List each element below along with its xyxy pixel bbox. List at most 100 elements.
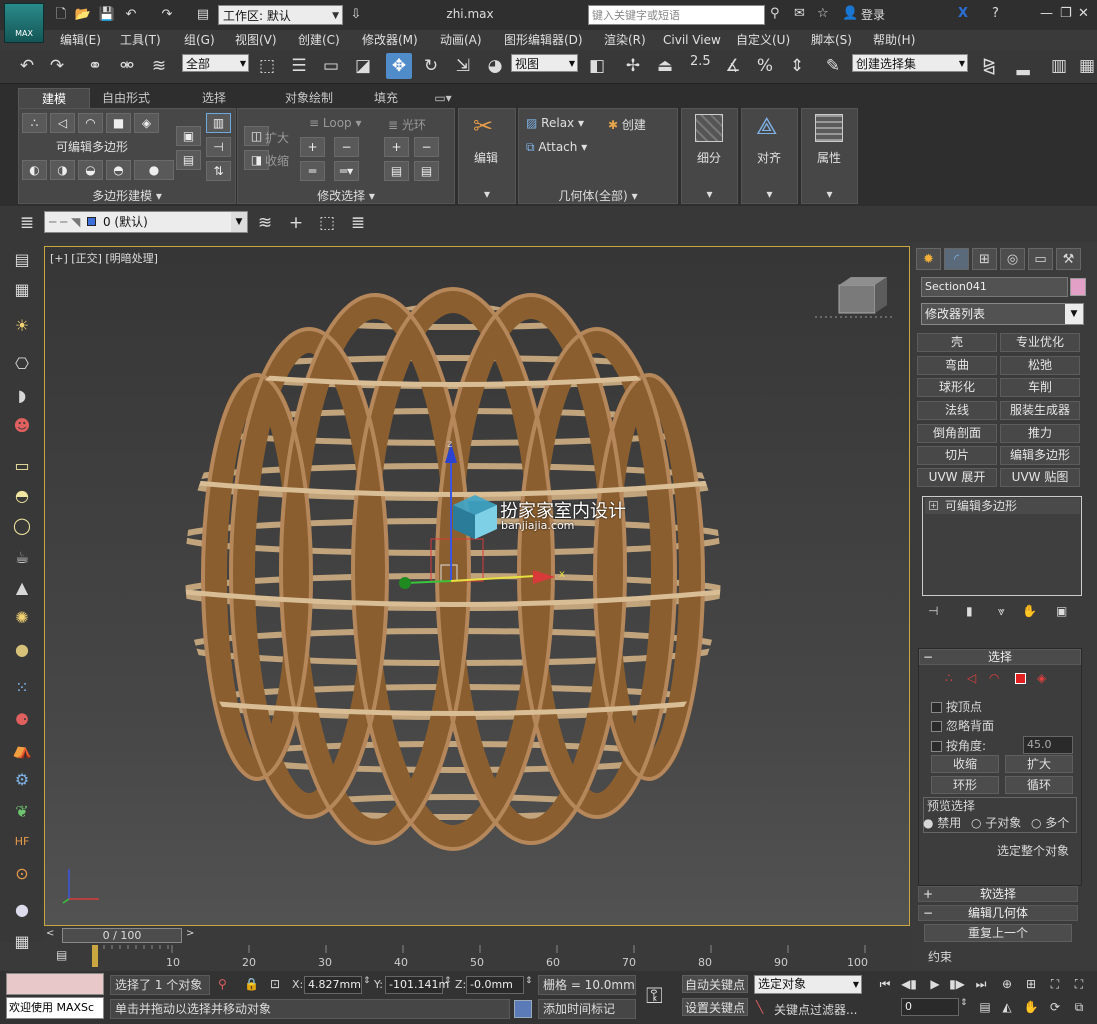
subobject-polygon-icon[interactable]: [1015, 673, 1026, 684]
rect-selection-icon[interactable]: ▭: [318, 53, 344, 79]
time-configuration-icon[interactable]: ▤: [976, 998, 994, 1016]
ignore-backfacing-icon[interactable]: ▥: [206, 113, 231, 133]
play-icon[interactable]: ▶: [926, 975, 944, 993]
select-object-icon[interactable]: ⬚: [254, 53, 280, 79]
expand-icon[interactable]: +: [929, 501, 938, 510]
time-slider[interactable]: 0 / 100: [62, 928, 182, 943]
menu-customize[interactable]: 自定义(U): [736, 30, 790, 50]
make-unique-icon[interactable]: ⩔: [998, 604, 1005, 619]
open-file-icon[interactable]: 📂: [74, 6, 92, 24]
by-vertex-checkbox[interactable]: 按顶点: [931, 698, 982, 715]
menu-scripting[interactable]: 脚本(S): [811, 30, 852, 50]
set-key-icon[interactable]: ⚿: [646, 984, 663, 1009]
attach-button[interactable]: ⧉ Attach ▾: [526, 140, 587, 155]
teapot-icon[interactable]: ☕: [10, 546, 34, 570]
pin-stack-icon[interactable]: ⊣: [206, 137, 231, 157]
snaps-toggle[interactable]: 2.5: [690, 54, 711, 69]
soft-selection-rollout-header[interactable]: + 软选择: [918, 886, 1078, 902]
binoculars-icon[interactable]: ⚲: [770, 6, 780, 21]
shrink-label[interactable]: 收缩: [265, 152, 289, 169]
loop-shrink-icon[interactable]: −: [334, 137, 359, 157]
collapse-stack-icon[interactable]: ◑: [50, 160, 75, 180]
layer-dropdown[interactable]: ─ ─ ◥ 0 (默认) ▼: [44, 211, 248, 233]
relax-button[interactable]: ▨ Relax ▾: [526, 116, 584, 130]
modifier-edit-poly-button[interactable]: 编辑多边形: [1000, 446, 1080, 465]
spinner-icon[interactable]: ⇕: [363, 976, 371, 986]
viewcube[interactable]: [815, 277, 895, 318]
use-displacement-icon[interactable]: ◒: [78, 160, 103, 180]
menu-help[interactable]: 帮助(H): [873, 30, 915, 50]
show-end-result-icon[interactable]: ◓: [106, 160, 131, 180]
render-setup-icon[interactable]: ▦: [10, 930, 34, 954]
modifier-uvw-unwrap-button[interactable]: UVW 展开: [917, 468, 997, 487]
modifier-normal-button[interactable]: 法线: [917, 401, 997, 420]
ring-shrink-icon[interactable]: −: [414, 137, 439, 157]
modifier-bend-button[interactable]: 弯曲: [917, 356, 997, 375]
edge-mode-icon[interactable]: ◁: [50, 113, 75, 133]
modifier-list-dropdown[interactable]: 修改器列表 ▼: [921, 303, 1084, 325]
loop-dot-icon[interactable]: ═▾: [334, 161, 359, 181]
modifier-relax-button[interactable]: 松弛: [1000, 356, 1080, 375]
stack-previous-icon[interactable]: ▤: [176, 150, 201, 170]
menu-civil-view[interactable]: Civil View: [663, 30, 721, 50]
y-coordinate-field[interactable]: -101.141m: [385, 976, 449, 994]
edit-geometry-rollout-header[interactable]: − 编辑几何体: [918, 905, 1078, 921]
sound-icon[interactable]: ◗: [10, 384, 34, 408]
pan-view-icon[interactable]: ✋: [1022, 998, 1040, 1016]
search-input[interactable]: 键入关键字或短语: [588, 5, 765, 25]
cloth-icon[interactable]: ⊙: [10, 862, 34, 886]
align-label[interactable]: 对齐: [757, 149, 781, 166]
spinner-icon[interactable]: ⇕: [525, 976, 533, 986]
edit-named-selection-icon[interactable]: ✎: [820, 53, 846, 79]
geometry-footer[interactable]: 几何体(全部) ▾: [518, 187, 678, 204]
select-and-move-icon[interactable]: ✥: [386, 53, 412, 79]
loop-label[interactable]: ≡ Loop ▾: [309, 116, 362, 130]
motion-panel-tab-icon[interactable]: ◎: [1000, 248, 1025, 270]
project-folder-icon[interactable]: ▤: [194, 6, 212, 24]
isolate-selection-icon[interactable]: ⚲: [218, 977, 227, 991]
go-to-start-icon[interactable]: ⏮: [876, 975, 894, 993]
edit-label[interactable]: 编辑: [474, 149, 498, 166]
undo-icon[interactable]: ↶: [14, 53, 40, 79]
foliage-icon[interactable]: ❦: [10, 800, 34, 824]
restore-icon[interactable]: ❐: [1060, 6, 1072, 21]
time-slider-prev-icon[interactable]: <: [46, 928, 54, 939]
create-panel-tab-icon[interactable]: ✹: [916, 248, 941, 270]
x-coordinate-field[interactable]: 4.827mm: [304, 976, 362, 994]
wooden-lattice-sphere[interactable]: [179, 287, 727, 851]
ring-shift-icon[interactable]: ▤: [384, 161, 409, 181]
material-sphere-icon[interactable]: ●: [10, 898, 34, 922]
chevron-down-icon[interactable]: ▾: [741, 187, 798, 201]
workspace-dropdown[interactable]: 工作区: 默认 ▼: [218, 5, 343, 25]
zoom-all-icon[interactable]: ⊞: [1022, 975, 1040, 993]
modifier-spherify-button[interactable]: 球形化: [917, 378, 997, 397]
border-mode-icon[interactable]: ◠: [78, 113, 103, 133]
ring-dot-icon[interactable]: ▤: [414, 161, 439, 181]
align-icon[interactable]: ⟁: [756, 112, 777, 140]
z-coordinate-field[interactable]: -0.0mm: [466, 976, 524, 994]
by-angle-checkbox[interactable]: 按角度:: [931, 737, 986, 754]
user-icon[interactable]: 👤: [842, 6, 858, 21]
align-icon[interactable]: ▂: [1010, 53, 1036, 79]
go-to-end-icon[interactable]: ⏭: [972, 975, 990, 993]
menu-modifiers[interactable]: 修改器(M): [362, 30, 418, 50]
adaptive-degradation-icon[interactable]: [514, 1000, 532, 1018]
properties-label[interactable]: 属性: [817, 149, 841, 166]
link-icon[interactable]: ⚭: [82, 53, 108, 79]
current-frame-field[interactable]: 0: [901, 998, 959, 1016]
zoom-icon[interactable]: ⊕: [998, 975, 1016, 993]
login-link[interactable]: 登录: [861, 6, 885, 23]
modifier-bevel-profile-button[interactable]: 倒角剖面: [917, 424, 997, 443]
modify-selection-footer[interactable]: 修改选择 ▾: [237, 187, 455, 204]
preserve-uv-icon[interactable]: ◐: [22, 160, 47, 180]
subobject-vertex-icon[interactable]: ∴: [945, 671, 953, 685]
ribbon-tab-object-paint[interactable]: 对象绘制: [263, 88, 355, 108]
pivot-center-icon[interactable]: ◧: [584, 53, 610, 79]
spinner-snap-icon[interactable]: ⇕: [784, 53, 810, 79]
show-end-result-icon[interactable]: ▮: [966, 604, 973, 618]
polygon-modeling-footer[interactable]: 多边形建模 ▾: [18, 187, 236, 204]
minimize-icon[interactable]: —: [1040, 6, 1053, 21]
next-frame-icon[interactable]: ▮▶: [948, 975, 966, 993]
maxscript-input[interactable]: 欢迎使用 MAXSc: [6, 997, 104, 1019]
gear-icon[interactable]: ⚙: [10, 768, 34, 792]
